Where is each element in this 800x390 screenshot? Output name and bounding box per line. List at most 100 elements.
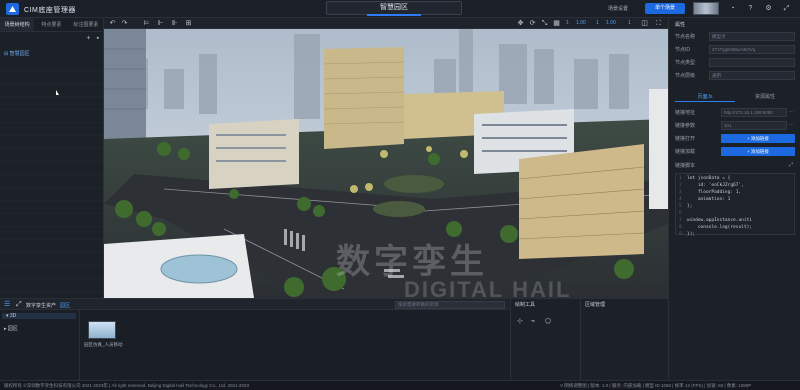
tab-scene-tree[interactable]: 场景树结构 [0,18,35,31]
link-url-row: 链接地址 http://172.16.1.199:8080 ⋯ [675,108,795,117]
prop-label: 链接地址 [675,110,696,116]
prop-label: 节点ID [675,47,691,53]
prop-label: 节点类型 [675,60,696,66]
bell-icon[interactable]: ◔ [728,4,737,13]
breadcrumb[interactable]: 数字孪生资产 [26,302,56,309]
code-line: animation: 1 [687,197,731,202]
tab-page-js[interactable]: 页面Js [675,93,735,102]
help-icon[interactable]: ? [746,4,755,13]
polygon-tool-icon[interactable]: ⬠ [545,317,551,325]
asset-search-input[interactable]: 搜索需要转换的资源 [395,301,505,309]
status-info: V 网络调整图 | 版本: 1.0 | 服务: 内部加载 | 模型 ID 106… [560,383,752,388]
more-icon[interactable]: ⋯ [789,109,794,115]
tree-area [0,58,104,298]
node-name-field[interactable]: 模型点 [709,32,795,41]
watermark-text: 数字孪生 [336,243,488,281]
scene-setting-label[interactable]: 场景设置 [608,5,628,12]
align-left-icon[interactable]: ⊨ [142,19,151,28]
align-right-icon[interactable]: ⊪ [170,19,179,28]
expand-code-icon[interactable]: ⤢ [789,162,793,168]
code-line: floorPadding: 1, [687,190,742,195]
align-center-icon[interactable]: ⊩ [156,19,165,28]
breadcrumb-current[interactable]: 园区 [60,302,70,309]
draw-tools-title: 绘制工具 [515,302,536,308]
link-param-field[interactable]: 101 [721,121,787,130]
node-type-field[interactable] [709,58,795,67]
toolbar-value-4[interactable]: 1.00 [606,20,616,26]
asset-tree-item-park[interactable]: ▸ 园区 [4,325,18,332]
draw-tools-panel: 绘制工具 ⊹ ⌁ ⬠ [510,299,580,381]
code-line: }; [687,204,693,209]
status-bar: 版权所有 ©深圳数字孪生科技有限公司 2021-2023年 | All righ… [0,380,800,390]
line-tool-icon[interactable]: ⌁ [531,317,535,325]
link-url-field[interactable]: http://172.16.1.199:8080 [721,108,787,117]
prop-node-id: 节点ID ZTI7QgEI8BuAI6OVq [675,45,795,54]
mouse-cursor-icon [56,90,59,95]
code-line: id: 'eoCkJZrg67', [687,183,744,188]
copyright-text: 版权所有 ©深圳数字孪生科技有限公司 2021-2023年 | All righ… [4,383,249,388]
asset-toolbar: ☰ ⤢ 数字孪生资产 › 园区 搜索需要转换的资源 [0,299,510,310]
prop-label: 链接加载 [675,149,696,155]
asset-tree-label: 园区 [7,326,18,332]
link-script-row: 链接脚本 ⤢ [675,161,795,170]
code-line: }); [687,232,696,237]
asset-tree-label: 3D [9,313,17,319]
prop-node-name: 节点名称 模型点 [675,32,795,41]
asset-tree-item-3d[interactable]: ▾ 3D [2,313,76,319]
expand-icon[interactable]: ⤢ [782,4,791,13]
prop-node-level: 节点层级 通用 [675,71,795,80]
region-panel-title: 区域管理 [585,302,606,308]
prop-node-type: 节点类型 [675,58,795,67]
asset-label: 园区仿真_人员移动 [84,342,123,347]
link-open-row: 链接打开 + 添加链接 [675,134,795,143]
toolbar-value-1[interactable]: 1 [566,20,569,26]
prop-label: 链接参数 [675,123,696,129]
fullscreen-icon[interactable]: ⛶ [654,19,663,28]
add-icon[interactable]: + [86,35,90,42]
tree-item-park[interactable]: ⊟ 智慧园区 [4,50,30,57]
code-line: let jsonData = { [687,176,731,181]
properties-title: 属性 [675,22,686,28]
scene-tab[interactable]: 智慧园区 [326,1,462,16]
scene-thumbnail[interactable] [693,2,719,15]
node-level-select[interactable]: 通用 [709,71,795,80]
tab-annotations[interactable]: 标注图要素 [69,18,103,31]
viewport-toolbar: ↶ ↷ ⊨ ⊩ ⊪ ⊞ ✥ ⟳ ⤡ ▦ 1 1.00 1 1.00 1 ◫ ⛶ [104,18,668,29]
distribute-icon[interactable]: ⊞ [184,19,193,28]
view-icon[interactable]: ◫ [640,19,649,28]
tree-tools: + ▪ [86,35,99,42]
single-scene-button[interactable]: 单个场景 [645,3,685,14]
watermark-subtext: DIGITAL HAIL [404,277,572,298]
scale-icon[interactable]: ⤡ [540,19,549,28]
move-icon[interactable]: ✥ [516,19,525,28]
breadcrumb-separator: › [54,302,56,308]
expand-icon[interactable]: ⤢ [16,301,22,309]
asset-thumbnail[interactable] [88,321,116,339]
menu-icon[interactable]: ☰ [4,300,10,308]
undo-icon[interactable]: ↶ [108,19,117,28]
tab-features[interactable]: 特点要素 [34,18,68,31]
node-id-field[interactable]: ZTI7QgEI8BuAI6OVq [709,45,795,54]
prop-label: 节点名称 [675,34,696,40]
rotate-icon[interactable]: ⟳ [528,19,537,28]
add-link-button[interactable]: + 添加链接 [721,134,795,143]
more-icon[interactable]: ⋯ [789,122,794,128]
code-editor[interactable]: 1 let jsonData = { 2 id: 'eoCkJZrg67', 3 … [675,173,795,237]
add-link-button[interactable]: + 添加链接 [721,147,795,156]
grid-icon[interactable]: ▦ [552,19,561,28]
redo-icon[interactable]: ↷ [120,19,129,28]
right-panel: 属性 节点名称 模型点 节点ID ZTI7QgEI8BuAI6OVq 节点类型 … [668,18,800,380]
prop-label: 链接打开 [675,136,696,142]
tab-resource-props[interactable]: 资源属性 [735,93,795,102]
bottom-panel: ☰ ⤢ 数字孪生资产 › 园区 搜索需要转换的资源 ▾ 3D ▸ 园区 园区仿真… [0,298,668,381]
settings-icon[interactable]: ⚙ [764,4,773,13]
3d-viewport[interactable]: 数字孪生 DIGITAL HAIL [104,29,668,298]
toolbar-value-2[interactable]: 1.00 [576,20,586,26]
left-panel: 场景树结构 特点要素 标注图要素 + ▪ ⊟ 智慧园区 [0,18,104,298]
toolbar-value-3[interactable]: 1 [596,20,599,26]
link-param-row: 链接参数 101 ⋯ [675,121,795,130]
point-tool-icon[interactable]: ⊹ [517,317,523,325]
toolbar-value-5[interactable]: 1 [628,20,631,26]
delete-icon[interactable]: ▪ [97,35,99,42]
prop-label: 节点层级 [675,73,696,79]
